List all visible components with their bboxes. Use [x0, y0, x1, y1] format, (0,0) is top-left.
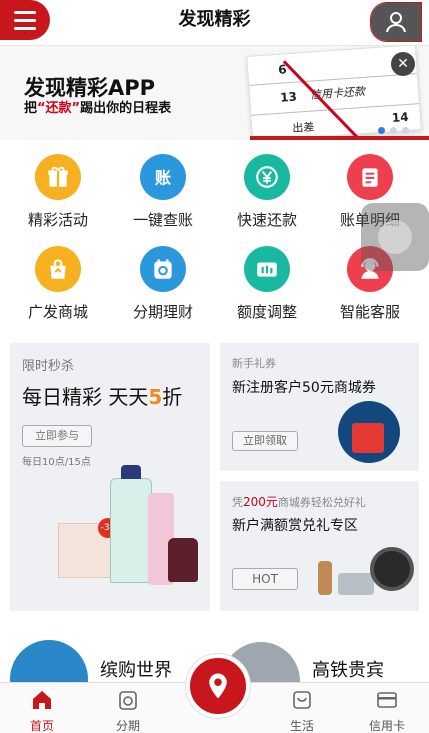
bill-icon [347, 154, 393, 200]
carousel-dot[interactable] [390, 127, 397, 134]
grid-item-quick-repay[interactable]: 快速还款 [217, 154, 317, 230]
grid-item-activities[interactable]: 精彩活动 [8, 154, 108, 230]
grid-item-check-account[interactable]: 账 一键查账 [113, 154, 213, 230]
banner-sub-suffix: 踢出你的日程表 [80, 101, 172, 116]
join-now-button[interactable]: 立即参与 [22, 425, 92, 447]
promo-title-suffix: 折 [162, 385, 183, 409]
redeem-gift-card[interactable]: 凭200元商城券轻松兑好礼 新户满额赏兑礼专区 HOT [220, 481, 419, 611]
card-adjust-icon [244, 246, 290, 292]
grid-item-label: 精彩活动 [27, 211, 88, 229]
train-vip-label[interactable]: 高铁贵宾 [312, 656, 384, 682]
shopping-bag-icon [35, 246, 81, 292]
calendar-number: 13 [279, 89, 298, 105]
tab-credit-card[interactable]: 信用卡 [345, 683, 429, 733]
home-icon [33, 691, 51, 709]
promo-title: 新户满额赏兑礼专区 [232, 518, 358, 534]
tab-installment[interactable]: 分期 [86, 683, 170, 733]
claim-now-button[interactable]: 立即领取 [232, 431, 298, 451]
assistive-touch-button[interactable] [361, 203, 429, 271]
grid-item-label: 额度调整 [236, 303, 297, 321]
grid-item-label: 快速还款 [236, 211, 297, 229]
tab-life[interactable]: 生活 [260, 683, 344, 733]
promo-note: 每日10点/15点 [22, 457, 91, 468]
robot-vacuum-image [370, 547, 414, 591]
calendar-line [249, 73, 417, 86]
user-icon [386, 12, 406, 33]
grid-item-mall[interactable]: 广发商城 [8, 246, 108, 322]
shopping-world-label[interactable]: 缤购世界 [100, 656, 172, 682]
calendar-icon [140, 246, 186, 292]
credit-card-icon [377, 692, 397, 708]
tab-label: 信用卡 [368, 719, 405, 733]
banner-subtitle: 把“还款”踢出你的日程表 [24, 97, 171, 116]
close-icon[interactable]: ✕ [391, 52, 415, 76]
gadget-image [338, 573, 374, 595]
promo-title-text: 每日精彩 天天 [22, 385, 149, 409]
yen-icon [244, 154, 290, 200]
center-location-button[interactable] [186, 654, 250, 718]
top-header: 发现精彩 [0, 0, 429, 46]
user-profile-button[interactable] [370, 2, 422, 42]
watch-image [318, 561, 332, 595]
promo-tag: 新手礼券 [232, 357, 276, 370]
gift-icon [35, 154, 81, 200]
banner-sub-prefix: 把 [24, 101, 38, 116]
calendar-number: 14 [391, 109, 410, 126]
life-icon [293, 691, 311, 709]
supplement-bottle-image [168, 538, 198, 582]
page-title: 发现精彩 [178, 9, 251, 30]
location-pin-icon [209, 673, 227, 699]
flash-sale-card[interactable]: 限时秒杀 每日精彩 天天5折 立即参与 每日10点/15点 -30 [10, 343, 210, 611]
svg-text:账: 账 [155, 169, 172, 188]
promo-tag: 限时秒杀 [22, 359, 75, 374]
grid-item-label: 一键查账 [132, 211, 193, 229]
hot-button[interactable]: HOT [232, 568, 298, 590]
promo-title: 每日精彩 天天5折 [22, 381, 182, 410]
banner-sub-highlight: “还款” [37, 101, 81, 116]
grid-item-label: 智能客服 [339, 303, 400, 321]
tab-label: 首页 [29, 719, 54, 733]
grid-item-label: 分期理财 [132, 303, 193, 321]
tab-home[interactable]: 首页 [0, 683, 84, 733]
promo-banner[interactable]: 发现精彩APP 把“还款”踢出你的日程表 6 13 14 信用卡还款 出差 ✕ [0, 46, 429, 140]
grid-item-limit-adjust[interactable]: 额度调整 [217, 246, 317, 322]
carousel-dots [378, 127, 409, 134]
gift-bag-image [352, 423, 384, 453]
carousel-dot[interactable] [402, 127, 409, 134]
installment-icon [119, 691, 137, 710]
shampoo-bottle-image [110, 465, 152, 583]
promo-tag-prefix: 凭 [232, 496, 243, 509]
account-icon: 账 [140, 154, 186, 200]
calendar-note: 出差 [291, 120, 315, 135]
grid-item-label: 广发商城 [27, 303, 88, 321]
promo-tag-suffix: 商城券轻松兑好礼 [277, 496, 366, 509]
banner-accent-bar [250, 136, 429, 140]
carousel-dot[interactable] [378, 127, 385, 134]
promo-tag: 凭200元商城券轻松兑好礼 [232, 493, 366, 510]
grid-item-installment[interactable]: 分期理财 [113, 246, 213, 322]
tab-label: 分期 [115, 719, 140, 733]
promo-title-number: 5 [148, 385, 163, 409]
promo-tag-amount: 200元 [243, 495, 278, 509]
new-user-coupon-card[interactable]: 新手礼券 新注册客户50元商城券 立即领取 [220, 343, 419, 471]
tab-label: 生活 [289, 719, 314, 733]
promo-title: 新注册客户50元商城券 [232, 380, 376, 396]
